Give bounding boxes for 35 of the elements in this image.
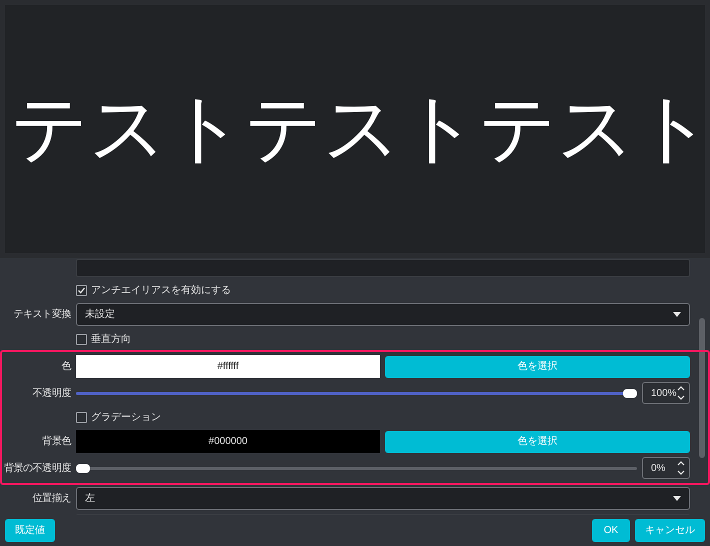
dropdown[interactable]: 未設定 xyxy=(76,303,690,326)
spin-box[interactable]: 0% xyxy=(642,457,690,479)
slider[interactable] xyxy=(76,388,637,398)
dialog-button[interactable]: キャンセル xyxy=(635,519,705,542)
checkbox[interactable] xyxy=(76,334,87,344)
checkbox-label: 垂直方向 xyxy=(91,332,131,346)
checkbox[interactable] xyxy=(76,284,87,296)
scrollbar[interactable] xyxy=(699,318,705,458)
slider[interactable] xyxy=(76,464,637,472)
spin-box[interactable]: 100% xyxy=(642,382,690,404)
slider-thumb[interactable] xyxy=(623,388,637,398)
field-label: テキスト変換 xyxy=(13,308,71,322)
field-label: 色 xyxy=(61,360,71,374)
dialog-button[interactable]: OK xyxy=(592,519,630,542)
checkmark-icon xyxy=(77,286,86,294)
choose-color-button[interactable]: 色を選択 xyxy=(385,356,690,378)
color-value: #ffffff xyxy=(217,360,239,374)
slider-thumb[interactable] xyxy=(76,464,90,472)
field-label: 不透明度 xyxy=(32,386,71,400)
checkbox-label: グラデーション xyxy=(91,410,161,424)
stepper-arrows-icon[interactable] xyxy=(677,385,685,401)
field-label: 位置揃え xyxy=(32,492,71,506)
choose-color-button[interactable]: 色を選択 xyxy=(385,430,690,452)
field-label: 背景色 xyxy=(42,434,71,449)
field-label: 背景の不透明度 xyxy=(4,462,71,476)
checkbox[interactable] xyxy=(76,412,87,422)
stepper-arrows-icon[interactable] xyxy=(677,460,685,476)
caret-icon xyxy=(673,496,681,501)
defaults-button[interactable]: 既定値 xyxy=(5,519,55,542)
caret-icon xyxy=(673,312,681,317)
dropdown[interactable]: 左 xyxy=(76,487,690,510)
preview-text: テストテストテスト xyxy=(11,91,705,167)
color-value: #000000 xyxy=(208,435,248,449)
checkbox-label: アンチエイリアスを有効にする xyxy=(91,284,231,298)
input-field[interactable] xyxy=(76,259,690,277)
